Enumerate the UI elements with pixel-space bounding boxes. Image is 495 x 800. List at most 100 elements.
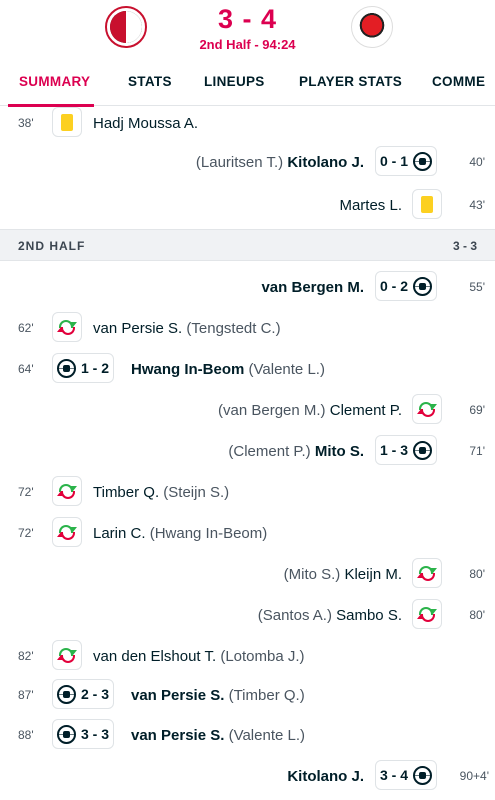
event-row[interactable]: 72' Larin C. (Hwang In-Beom) <box>0 514 495 554</box>
soccer-ball-icon <box>57 358 76 378</box>
soccer-ball-icon <box>413 440 432 460</box>
event-icon-box <box>412 394 442 424</box>
event-row[interactable]: 82' van den Elshout T. (Lotomba J.) <box>0 637 495 677</box>
event-player[interactable]: Hadj Moussa A. <box>93 115 198 132</box>
event-player[interactable]: Clement P. <box>330 402 402 419</box>
sparta-crest-icon <box>355 10 389 44</box>
event-player-line: van Persie S. (Valente L.) <box>131 727 305 744</box>
goal-score: 3 - 3 <box>80 726 109 742</box>
event-row[interactable]: (van Bergen M.) Clement P. 69' <box>0 391 495 431</box>
event-row[interactable]: 72' Timber Q. (Steijn S.) <box>0 473 495 513</box>
match-status: 2nd Half - 94:24 <box>199 37 296 52</box>
event-row[interactable]: 64' 1 - 2 Hwang In-Beom (Valente L.) <box>0 350 495 390</box>
tab-commentary[interactable]: COMME <box>432 74 485 89</box>
event-minute: 64' <box>18 362 34 376</box>
event-row[interactable]: Martes L. 43' <box>0 186 495 226</box>
event-player[interactable]: van Persie S. <box>93 320 182 337</box>
event-player[interactable]: Mito S. <box>315 443 364 460</box>
event-player[interactable]: Kitolano J. <box>287 768 364 785</box>
event-player[interactable]: Larin C. <box>93 525 146 542</box>
event-player[interactable]: van Persie S. <box>131 727 224 744</box>
event-row[interactable]: (Clement P.) Mito S. 1 - 3 71' <box>0 432 495 472</box>
event-assist[interactable]: (Tengstedt C.) <box>186 320 280 337</box>
period-header: 2ND HALF 3 - 3 <box>0 229 495 261</box>
tab-stats[interactable]: STATS <box>128 74 172 89</box>
event-assist[interactable]: (Steijn S.) <box>163 484 229 501</box>
event-player[interactable]: Martes L. <box>339 197 402 214</box>
event-icon-box: 0 - 1 <box>375 146 437 176</box>
event-player-line: Kitolano J. <box>287 768 364 785</box>
event-assist[interactable]: (Lauritsen T.) <box>196 154 283 171</box>
event-row[interactable]: (Mito S.) Kleijn M. 80' <box>0 555 495 595</box>
event-player-line: (Santos A.) Sambo S. <box>258 607 402 624</box>
event-player[interactable]: van den Elshout T. <box>93 648 216 665</box>
event-assist[interactable]: (Valente L.) <box>249 361 325 378</box>
event-player[interactable]: Hwang In-Beom <box>131 361 244 378</box>
event-assist[interactable]: (Santos A.) <box>258 607 332 624</box>
yellow-card-icon <box>61 113 73 131</box>
event-icon-box <box>412 189 442 219</box>
event-row[interactable]: Kitolano J. 3 - 4 90+4' <box>0 757 495 797</box>
event-row[interactable]: (Santos A.) Sambo S. 80' <box>0 596 495 636</box>
event-assist[interactable]: (Valente L.) <box>229 727 305 744</box>
event-assist[interactable]: (Lotomba J.) <box>220 648 304 665</box>
away-team-logo[interactable] <box>351 6 393 48</box>
event-icon-box: 0 - 2 <box>375 271 437 301</box>
event-row[interactable]: van Bergen M. 0 - 2 55' <box>0 268 495 308</box>
event-player[interactable]: van Bergen M. <box>261 279 364 296</box>
tab-lineups[interactable]: LINEUPS <box>204 74 265 89</box>
event-player-line: van Persie S. (Timber Q.) <box>131 687 305 704</box>
event-minute: 80' <box>469 567 485 581</box>
event-icon-box <box>52 517 82 547</box>
tab-summary[interactable]: SUMMARY <box>19 74 90 89</box>
event-player[interactable]: Kitolano J. <box>287 154 364 171</box>
event-player[interactable]: Timber Q. <box>93 484 159 501</box>
event-row[interactable]: 88' 3 - 3 van Persie S. (Valente L.) <box>0 716 495 756</box>
goal-score: 3 - 4 <box>380 767 409 783</box>
substitution-icon <box>417 605 437 623</box>
substitution-icon <box>417 564 437 582</box>
event-assist[interactable]: (van Bergen M.) <box>218 402 326 419</box>
event-minute: 55' <box>469 280 485 294</box>
goal-score: 0 - 2 <box>380 278 409 294</box>
event-assist[interactable]: (Timber Q.) <box>229 687 305 704</box>
soccer-ball-icon <box>57 684 76 704</box>
event-assist[interactable]: (Hwang In-Beom) <box>150 525 268 542</box>
event-minute: 69' <box>469 403 485 417</box>
match-header: 3 - 4 2nd Half - 94:24 SUMMARY STATS LIN… <box>0 0 495 107</box>
event-row[interactable]: (Lauritsen T.) Kitolano J. 0 - 1 40' <box>0 143 495 183</box>
goal-score: 0 - 1 <box>380 153 409 169</box>
match-score: 3 - 4 <box>217 4 278 34</box>
substitution-icon <box>417 400 437 418</box>
soccer-ball-icon <box>413 765 432 785</box>
event-minute: 90+4' <box>459 769 489 783</box>
tab-player-stats[interactable]: PLAYER STATS <box>299 74 402 89</box>
event-player[interactable]: van Persie S. <box>131 687 224 704</box>
goal-score: 1 - 3 <box>380 442 409 458</box>
event-row[interactable]: 62' van Persie S. (Tengstedt C.) <box>0 309 495 349</box>
event-assist[interactable]: (Clement P.) <box>228 443 310 460</box>
event-icon-box <box>412 558 442 588</box>
event-icon-box: 1 - 2 <box>52 353 114 383</box>
event-minute: 62' <box>18 321 34 335</box>
event-minute: 87' <box>18 688 34 702</box>
event-player[interactable]: Sambo S. <box>336 607 402 624</box>
event-icon-box: 1 - 3 <box>375 435 437 465</box>
event-row[interactable]: 87' 2 - 3 van Persie S. (Timber Q.) <box>0 676 495 716</box>
event-player-line: Hwang In-Beom (Valente L.) <box>131 361 325 378</box>
event-minute: 72' <box>18 485 34 499</box>
event-player-line: Timber Q. (Steijn S.) <box>93 484 229 501</box>
event-minute: 43' <box>469 198 485 212</box>
event-player-line: (Mito S.) Kleijn M. <box>284 566 402 583</box>
goal-score: 2 - 3 <box>80 686 109 702</box>
substitution-icon <box>57 318 77 336</box>
event-player[interactable]: Kleijn M. <box>344 566 402 583</box>
event-assist[interactable]: (Mito S.) <box>284 566 341 583</box>
event-icon-box <box>52 476 82 506</box>
event-row[interactable]: 38' Hadj Moussa A. <box>0 104 495 144</box>
event-player-line: (Lauritsen T.) Kitolano J. <box>196 154 364 171</box>
event-player-line: Larin C. (Hwang In-Beom) <box>93 525 267 542</box>
event-player-line: (van Bergen M.) Clement P. <box>218 402 402 419</box>
event-icon-box <box>52 312 82 342</box>
event-icon-box <box>52 640 82 670</box>
